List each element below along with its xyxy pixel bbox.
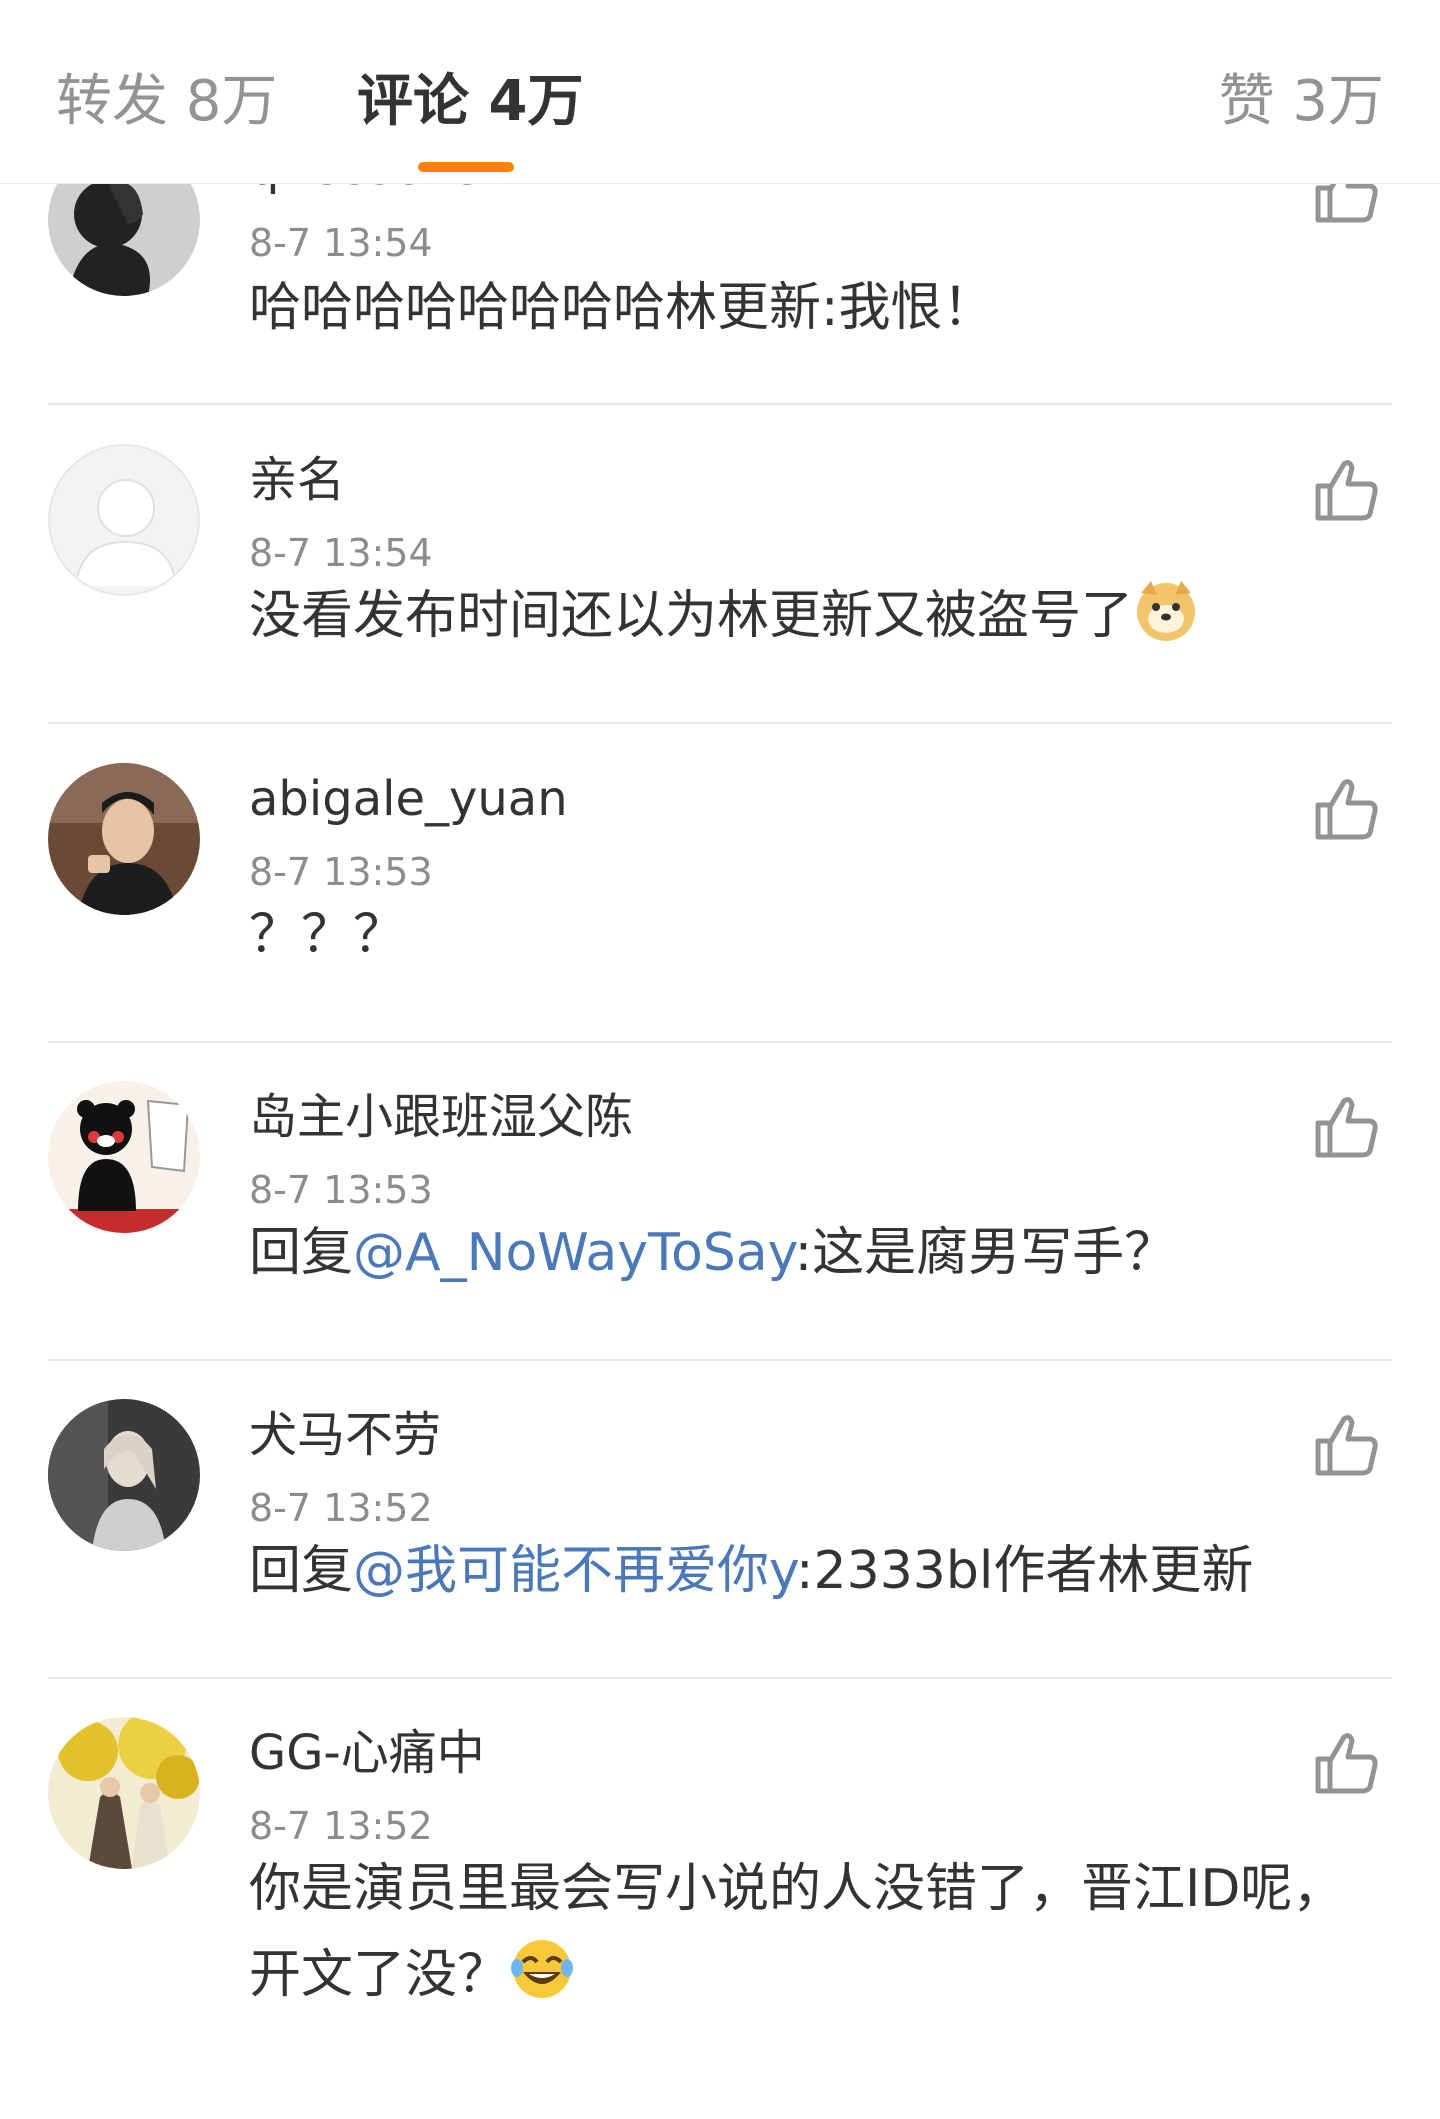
comment-text-body: 没看发布时间还以为林更新又被盗号了 — [249, 586, 1134, 646]
comment-text-body: :这是腐男写手？ — [794, 1223, 1177, 1283]
comment-divider — [48, 403, 1392, 405]
comment-timestamp: 8-7 13:54 — [249, 221, 433, 265]
tab-repost[interactable]: 转发 8万 — [56, 62, 277, 142]
comment-text: 哈哈哈哈哈哈哈哈林更新:我恨！ — [249, 265, 1359, 351]
mention-link[interactable]: @我可能不再爱你y — [353, 1541, 796, 1601]
comment-text-body: 哈哈哈哈哈哈哈哈林更新:我恨！ — [249, 278, 995, 338]
reply-prefix: 回复 — [249, 1223, 354, 1283]
comment-item: GG-心痛中 8-7 13:52 你是演员里最会写小说的人没错了，晋江ID呢，开… — [0, 1679, 1440, 2119]
thumbs-up-icon[interactable] — [1310, 1409, 1382, 1481]
comment-divider — [48, 722, 1392, 724]
comment-username[interactable]: 犬马不劳 — [249, 1405, 441, 1465]
comment-text: 回复@A_NoWayToSay:这是腐男写手？ — [249, 1210, 1359, 1296]
thumbs-up-icon[interactable] — [1310, 1727, 1382, 1799]
comment-item: qASsseven 8-7 13:54 哈哈哈哈哈哈哈哈林更新:我恨！ — [0, 140, 1440, 444]
comment-username[interactable]: 岛主小跟班湿父陈 — [249, 1087, 633, 1147]
photo-avatar-icon[interactable] — [48, 1399, 200, 1551]
comment-text: 没看发布时间还以为林更新又被盗号了 — [249, 573, 1359, 659]
doge-emoji-icon — [1133, 577, 1199, 643]
photo-avatar-icon[interactable] — [48, 763, 200, 915]
comment-username[interactable]: 亲名 — [249, 450, 345, 510]
comment-item: 犬马不劳 8-7 13:52 回复@我可能不再爱你y:2333bl作者林更新 — [0, 1361, 1440, 1679]
laughing-tears-emoji-icon — [509, 1936, 575, 2002]
comment-item: abigale_yuan 8-7 13:53 ？？？ — [0, 725, 1440, 1043]
kumamon-avatar-icon[interactable] — [48, 1081, 200, 1233]
comment-text: ？？？ — [249, 892, 1359, 978]
comment-item: 亲名 8-7 13:54 没看发布时间还以为林更新又被盗号了 — [0, 406, 1440, 724]
comment-timestamp: 8-7 13:52 — [249, 1804, 433, 1848]
default-avatar-icon[interactable] — [48, 444, 200, 596]
thumbs-up-icon[interactable] — [1310, 773, 1382, 845]
comment-text-body: 你是演员里最会写小说的人没错了，晋江ID呢，开文了没？ — [249, 1859, 1345, 2005]
comment-text: 你是演员里最会写小说的人没错了，晋江ID呢，开文了没？ — [249, 1846, 1359, 2018]
comment-text-body: :2333bl作者林更新 — [796, 1541, 1254, 1601]
tab-comment[interactable]: 评论 4万 — [357, 62, 583, 142]
comment-text: 回复@我可能不再爱你y:2333bl作者林更新 — [249, 1528, 1359, 1614]
active-tab-indicator — [418, 162, 514, 172]
comment-timestamp: 8-7 13:53 — [249, 1168, 433, 1212]
comment-timestamp: 8-7 13:52 — [249, 1486, 433, 1530]
tab-like[interactable]: 赞 3万 — [1219, 62, 1384, 142]
comment-timestamp: 8-7 13:54 — [249, 531, 433, 575]
illustration-avatar-icon[interactable] — [48, 1717, 200, 1869]
reply-prefix: 回复 — [249, 1541, 354, 1601]
thumbs-up-icon[interactable] — [1310, 1091, 1382, 1163]
comment-username[interactable]: GG-心痛中 — [249, 1723, 485, 1783]
mention-link[interactable]: @A_NoWayToSay — [353, 1223, 795, 1283]
thumbs-up-icon[interactable] — [1310, 454, 1382, 526]
comment-username[interactable]: abigale_yuan — [249, 769, 568, 829]
comment-item: 岛主小跟班湿父陈 8-7 13:53 回复@A_NoWayToSay:这是腐男写… — [0, 1043, 1440, 1361]
comment-text-body: ？？？ — [249, 905, 406, 965]
tab-bar: 转发 8万 评论 4万 赞 3万 — [0, 8, 1440, 184]
comment-timestamp: 8-7 13:53 — [249, 850, 433, 894]
